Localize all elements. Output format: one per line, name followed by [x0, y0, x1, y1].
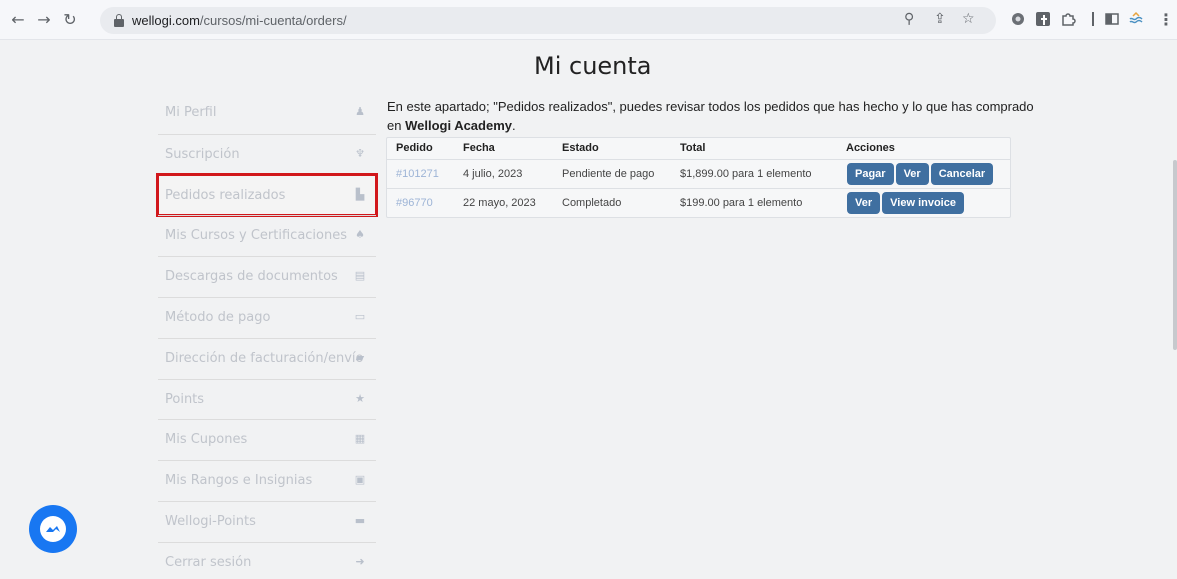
back-icon[interactable]: ←: [8, 10, 28, 30]
column-header: Fecha: [463, 142, 495, 154]
browser-toolbar: ← → ↻ wellogi.com/cursos/mi-cuenta/order…: [0, 0, 1177, 40]
download-icon: ▤: [354, 269, 366, 283]
sidebar-item[interactable]: Mis Rangos e Insignias ▣: [158, 460, 376, 501]
column-header: Acciones: [846, 142, 895, 154]
sidebar-item[interactable]: Points ★: [158, 378, 376, 420]
order-actions: Pagar Ver Cancelar: [847, 163, 994, 185]
orders-icon: ▙: [355, 187, 365, 201]
sidebar-item-label: Pedidos realizados: [165, 187, 286, 203]
bookmark-star-icon[interactable]: ☆: [962, 11, 975, 27]
reload-icon[interactable]: ↻: [60, 10, 80, 30]
view-invoice-button[interactable]: View invoice: [882, 192, 964, 214]
account-sidebar: Mi Perfil ♟ Suscripción ♆ Pedidos realizados…: [156, 93, 378, 579]
sidebar-item-label: Mis Cupones: [165, 432, 248, 448]
column-header: Total: [680, 142, 706, 154]
sidebar-item[interactable]: Mis Cursos y Certificaciones ♠: [158, 215, 376, 256]
truck-icon: ▰: [355, 350, 365, 364]
sidebar-item[interactable]: Método de pago ▭: [158, 296, 376, 338]
sidebar-item-label: Dirección de facturación/envío: [165, 350, 364, 366]
sidebar-item-label: Método de pago: [165, 309, 271, 325]
zoom-icon[interactable]: ⚲: [904, 11, 914, 27]
orders-table: Pedido Fecha Estado Total Acciones #101271 4 j…: [386, 137, 1011, 218]
address-bar[interactable]: wellogi.com/cursos/mi-cuenta/orders/ ⚲ ⇪…: [100, 7, 996, 34]
table-row: #101271 4 julio, 2023 Pendiente de pago $1,…: [387, 159, 1010, 188]
scrollbar[interactable]: [1173, 160, 1177, 350]
order-actions: Ver View invoice: [847, 192, 964, 214]
column-header: Estado: [562, 142, 599, 154]
sidebar-item-label: Suscripción: [165, 146, 240, 162]
extensions-puzzle-icon[interactable]: [1060, 11, 1076, 27]
points-icon: ▬: [354, 513, 366, 527]
sidebar-item[interactable]: Suscripción ♆: [158, 133, 376, 175]
menu-kebab-icon[interactable]: ⋮: [1156, 10, 1176, 30]
sidebar-item-label: Mis Cursos y Certificaciones: [165, 228, 348, 244]
order-status: Completado: [562, 197, 622, 209]
sidebar-item[interactable]: Mis Cupones ▦: [158, 419, 376, 460]
order-date: 22 mayo, 2023: [463, 197, 536, 209]
sidebar-item[interactable]: Pedidos realizados ▙: [156, 172, 378, 218]
sidebar-item-label: Mis Rangos e Insignias: [165, 473, 313, 489]
order-date: 4 julio, 2023: [463, 168, 523, 180]
order-total: $1,899.00 para 1 elemento: [680, 168, 812, 180]
sidebar-item[interactable]: Wellogi-Points ▬: [158, 500, 376, 542]
sidebar-item-label: Points: [165, 391, 205, 407]
url-host: wellogi.com: [132, 13, 200, 28]
column-header: Pedido: [396, 142, 433, 154]
intro-brand: Wellogi Academy: [405, 118, 512, 133]
order-number-link[interactable]: #101271: [396, 168, 439, 180]
ver-button[interactable]: Ver: [847, 192, 881, 214]
lock-icon: [114, 14, 124, 27]
table-header-row: Pedido Fecha Estado Total Acciones: [387, 138, 1010, 159]
badge-icon: ▣: [354, 473, 366, 487]
sidebar-item[interactable]: Descargas de documentos ▤: [158, 256, 376, 297]
extension-circle-icon[interactable]: [1010, 11, 1026, 27]
divider-icon: [1092, 12, 1094, 26]
sidebar-item-label: Cerrar sesión: [165, 554, 252, 570]
order-total: $199.00 para 1 elemento: [680, 197, 803, 209]
card-icon: ▭: [354, 309, 366, 323]
pagar-button[interactable]: Pagar: [847, 163, 894, 185]
star-icon: ★: [355, 391, 365, 405]
page-content: Mi cuenta Mi Perfil ♟ Suscripción ♆ Pedidos …: [0, 40, 1177, 579]
coupon-icon: ▦: [354, 432, 366, 446]
url-text: wellogi.com/cursos/mi-cuenta/orders/: [132, 13, 347, 28]
url-path: /cursos/mi-cuenta/orders/: [199, 13, 347, 28]
forward-icon[interactable]: →: [34, 10, 54, 30]
intro-suffix: .: [512, 118, 516, 133]
page-title: Mi cuenta: [534, 52, 652, 80]
trophy-icon: ♆: [355, 146, 365, 160]
intro-text: En este apartado; "Pedidos realizados", …: [387, 97, 1037, 135]
sidebar-item[interactable]: Cerrar sesión ➜: [158, 541, 376, 579]
logout-icon: ➜: [355, 554, 365, 568]
cancelar-button[interactable]: Cancelar: [930, 163, 994, 185]
sidebar-item-label: Mi Perfil: [165, 105, 217, 120]
order-number-link[interactable]: #96770: [396, 197, 433, 209]
sidebar-item[interactable]: Mi Perfil ♟: [158, 93, 376, 134]
side-panel-icon[interactable]: [1104, 11, 1120, 27]
user-icon: ♟: [355, 105, 365, 118]
share-icon[interactable]: ⇪: [934, 11, 946, 27]
ver-button[interactable]: Ver: [895, 163, 929, 185]
courses-icon: ♠: [355, 228, 365, 242]
profile-avatar-icon[interactable]: [1128, 11, 1144, 27]
messenger-icon[interactable]: [29, 505, 77, 553]
order-status: Pendiente de pago: [562, 168, 655, 180]
sidebar-item-label: Wellogi-Points: [165, 513, 256, 529]
table-row: #96770 22 mayo, 2023 Completado $199.00 par…: [387, 188, 1010, 217]
sidebar-item-label: Descargas de documentos: [165, 269, 338, 285]
sidebar-item[interactable]: Dirección de facturación/envío ▰: [158, 337, 376, 379]
facebook-extension-icon[interactable]: [1035, 11, 1051, 27]
